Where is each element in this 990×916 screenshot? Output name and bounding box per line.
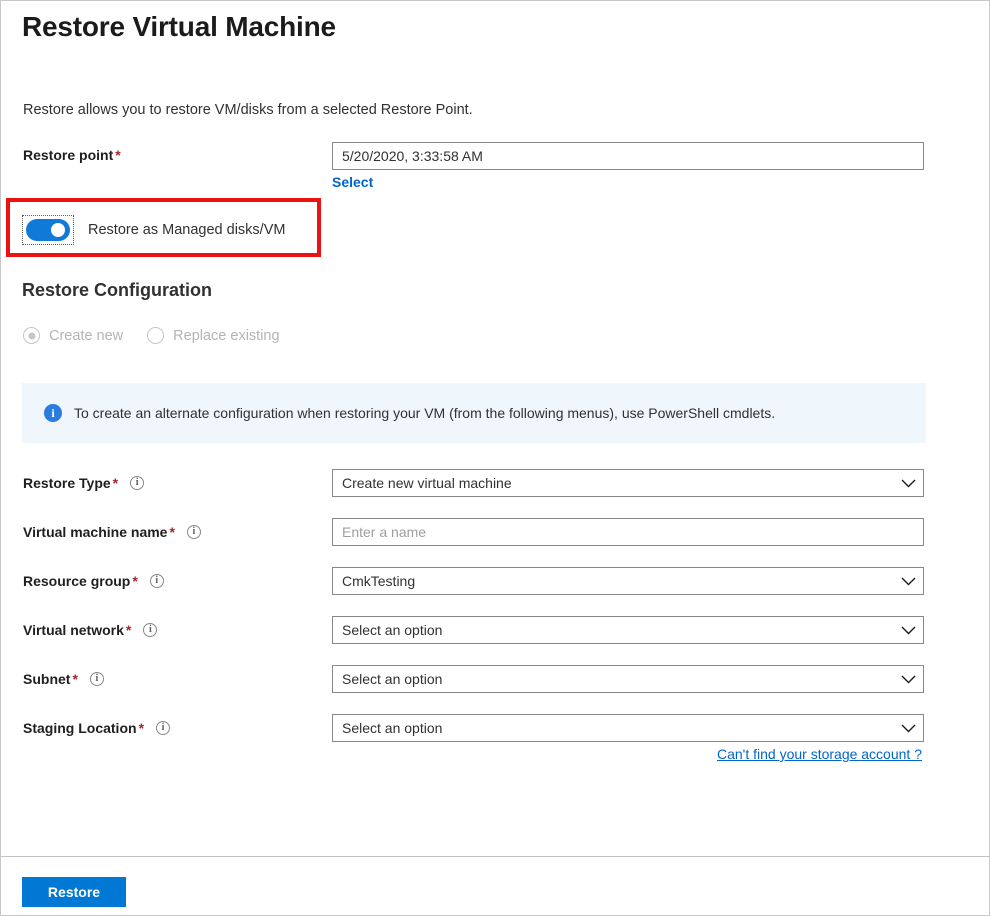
restore-point-label: Restore point*: [23, 147, 121, 163]
required-asterisk: *: [132, 573, 137, 589]
resource-group-value: CmkTesting: [333, 573, 893, 589]
select-restore-point-link[interactable]: Select: [332, 174, 373, 190]
restore-configuration-heading: Restore Configuration: [22, 280, 212, 301]
required-asterisk: *: [72, 671, 77, 687]
form-row-restore-type: Restore Type* i Create new virtual machi…: [1, 469, 989, 497]
required-asterisk: *: [115, 147, 120, 163]
virtual-machine-name-label-text: Virtual machine name: [23, 524, 167, 540]
radio-create-new[interactable]: Create new: [23, 327, 123, 344]
toggle-track: [26, 219, 70, 241]
form-row-virtual-machine-name: Virtual machine name* i Enter a name: [1, 518, 989, 546]
restore-configuration-radio-group: Create new Replace existing: [23, 327, 304, 344]
chevron-down-icon: [893, 470, 923, 496]
intro-description: Restore allows you to restore VM/disks f…: [23, 100, 473, 120]
resource-group-dropdown[interactable]: CmkTesting: [332, 567, 924, 595]
virtual-network-dropdown[interactable]: Select an option: [332, 616, 924, 644]
page-title: Restore Virtual Machine: [22, 7, 336, 47]
radio-create-new-label: Create new: [49, 328, 123, 344]
restore-button[interactable]: Restore: [22, 877, 126, 907]
footer-divider: [1, 856, 990, 857]
cant-find-storage-account-link[interactable]: Can't find your storage account ?: [717, 746, 922, 762]
restore-virtual-machine-blade: Restore Virtual Machine Restore allows y…: [0, 0, 990, 916]
virtual-machine-name-placeholder: Enter a name: [333, 524, 923, 540]
virtual-network-label: Virtual network* i: [23, 616, 157, 644]
staging-location-label: Staging Location* i: [23, 714, 170, 742]
restore-type-dropdown[interactable]: Create new virtual machine: [332, 469, 924, 497]
restore-type-label: Restore Type* i: [23, 469, 144, 497]
restore-as-managed-disks-toggle[interactable]: Restore as Managed disks/VM: [22, 215, 285, 245]
staging-location-label-text: Staging Location: [23, 720, 137, 736]
subnet-dropdown[interactable]: Select an option: [332, 665, 924, 693]
info-circle-icon[interactable]: i: [130, 476, 144, 490]
resource-group-label: Resource group* i: [23, 567, 164, 595]
restore-point-input[interactable]: [332, 142, 924, 170]
form-row-resource-group: Resource group* i CmkTesting: [1, 567, 989, 595]
virtual-machine-name-label: Virtual machine name* i: [23, 518, 201, 546]
chevron-down-icon: [893, 666, 923, 692]
virtual-network-label-text: Virtual network: [23, 622, 124, 638]
info-circle-icon[interactable]: i: [187, 525, 201, 539]
resource-group-label-text: Resource group: [23, 573, 130, 589]
form-row-subnet: Subnet* i Select an option: [1, 665, 989, 693]
info-circle-icon[interactable]: i: [150, 574, 164, 588]
required-asterisk: *: [169, 524, 174, 540]
radio-replace-existing-label: Replace existing: [173, 328, 279, 344]
radio-replace-existing[interactable]: Replace existing: [147, 327, 279, 344]
info-circle-icon[interactable]: i: [143, 623, 157, 637]
staging-location-dropdown[interactable]: Select an option: [332, 714, 924, 742]
form-row-staging-location: Staging Location* i Select an option: [1, 714, 989, 742]
toggle-thumb: [51, 223, 65, 237]
restore-type-value: Create new virtual machine: [333, 475, 893, 491]
info-banner-text: To create an alternate configuration whe…: [74, 405, 775, 421]
virtual-machine-name-field[interactable]: Enter a name: [332, 518, 924, 546]
info-banner: i To create an alternate configuration w…: [22, 383, 926, 443]
required-asterisk: *: [139, 720, 144, 736]
radio-circle-icon: [147, 327, 164, 344]
toggle-focus-ring: [22, 215, 74, 245]
subnet-value: Select an option: [333, 671, 893, 687]
staging-location-value: Select an option: [333, 720, 893, 736]
chevron-down-icon: [893, 568, 923, 594]
chevron-down-icon: [893, 617, 923, 643]
restore-type-label-text: Restore Type: [23, 475, 111, 491]
restore-point-label-text: Restore point: [23, 147, 113, 163]
virtual-network-value: Select an option: [333, 622, 893, 638]
chevron-down-icon: [893, 715, 923, 741]
toggle-label: Restore as Managed disks/VM: [88, 222, 285, 238]
subnet-label-text: Subnet: [23, 671, 70, 687]
info-icon: i: [44, 404, 62, 422]
required-asterisk: *: [126, 622, 131, 638]
form-row-virtual-network: Virtual network* i Select an option: [1, 616, 989, 644]
info-circle-icon[interactable]: i: [90, 672, 104, 686]
info-circle-icon[interactable]: i: [156, 721, 170, 735]
radio-circle-selected-icon: [23, 327, 40, 344]
required-asterisk: *: [113, 475, 118, 491]
subnet-label: Subnet* i: [23, 665, 104, 693]
